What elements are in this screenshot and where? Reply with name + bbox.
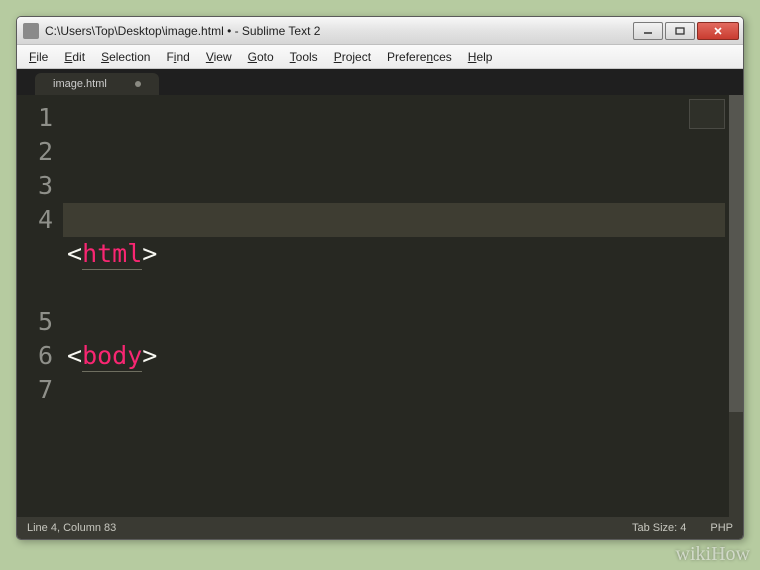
line-number: 5 <box>17 305 53 339</box>
window-controls <box>631 22 739 40</box>
statusbar: Line 4, Column 83 Tab Size: 4 PHP <box>17 517 743 539</box>
menu-project[interactable]: Project <box>326 48 379 66</box>
close-icon <box>713 27 723 35</box>
editor[interactable]: 1 2 3 4 5 6 7 <html> <body> <img src="ht… <box>17 95 743 517</box>
menu-file[interactable]: File <box>21 48 56 66</box>
menubar: File Edit Selection Find View Goto Tools… <box>17 45 743 69</box>
line-number: 1 <box>17 101 53 135</box>
syntax-indicator[interactable]: PHP <box>710 522 733 534</box>
line-number <box>17 271 53 305</box>
close-button[interactable] <box>697 22 739 40</box>
maximize-icon <box>675 27 685 35</box>
tabstrip: image.html <box>17 69 743 95</box>
cursor-position: Line 4, Column 83 <box>27 522 116 534</box>
menu-tools[interactable]: Tools <box>282 48 326 66</box>
minimap[interactable] <box>689 99 725 129</box>
line-number: 7 <box>17 373 53 407</box>
gutter: 1 2 3 4 5 6 7 <box>17 95 63 517</box>
watermark: wikiHow <box>676 543 750 566</box>
menu-help[interactable]: Help <box>460 48 501 66</box>
tab-image-html[interactable]: image.html <box>35 73 159 95</box>
line-number: 2 <box>17 135 53 169</box>
minimize-button[interactable] <box>633 22 663 40</box>
line-number: 4 <box>17 203 53 237</box>
window-title: C:\Users\Top\Desktop\image.html • - Subl… <box>45 24 631 38</box>
scroll-thumb[interactable] <box>729 95 743 412</box>
app-icon <box>23 23 39 39</box>
tab-size-indicator[interactable]: Tab Size: 4 <box>632 522 686 534</box>
minimize-icon <box>643 27 653 35</box>
code-area[interactable]: <html> <body> <img src="http://i1322. ph… <box>63 95 729 517</box>
dirty-indicator-icon <box>135 81 141 87</box>
line-number: 6 <box>17 339 53 373</box>
menu-selection[interactable]: Selection <box>93 48 158 66</box>
app-window: C:\Users\Top\Desktop\image.html • - Subl… <box>16 16 744 540</box>
line-number: 3 <box>17 169 53 203</box>
tab-label: image.html <box>53 78 107 90</box>
vertical-scrollbar[interactable] <box>729 95 743 517</box>
menu-goto[interactable]: Goto <box>240 48 282 66</box>
line-number <box>17 237 53 271</box>
menu-edit[interactable]: Edit <box>56 48 93 66</box>
menu-preferences[interactable]: Preferences <box>379 48 460 66</box>
titlebar[interactable]: C:\Users\Top\Desktop\image.html • - Subl… <box>17 17 743 45</box>
maximize-button[interactable] <box>665 22 695 40</box>
menu-view[interactable]: View <box>198 48 240 66</box>
menu-find[interactable]: Find <box>158 48 197 66</box>
